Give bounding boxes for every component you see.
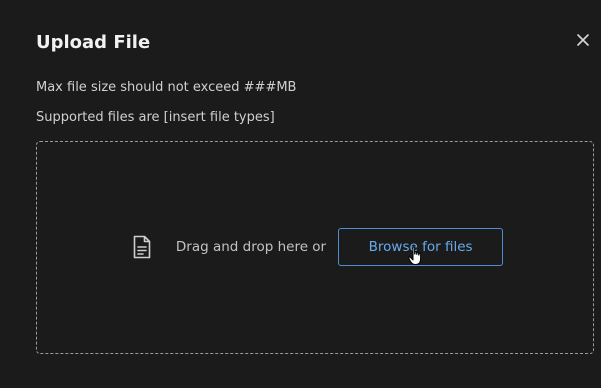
dropzone-content: Drag and drop here or Browse for files (37, 228, 593, 266)
browse-files-label: Browse for files (368, 239, 473, 255)
close-icon[interactable] (573, 30, 593, 50)
drag-drop-prompt: Drag and drop here or (175, 239, 327, 255)
max-file-size-text: Max file size should not exceed ###MB (36, 80, 297, 95)
dialog-title: Upload File (36, 32, 151, 53)
browse-files-button[interactable]: Browse for files (338, 228, 504, 266)
document-icon (132, 235, 154, 259)
upload-file-dialog: Upload File Max file size should not exc… (0, 0, 601, 388)
file-dropzone[interactable]: Drag and drop here or Browse for files (36, 141, 594, 354)
supported-files-text: Supported files are [insert file types] (36, 110, 275, 125)
